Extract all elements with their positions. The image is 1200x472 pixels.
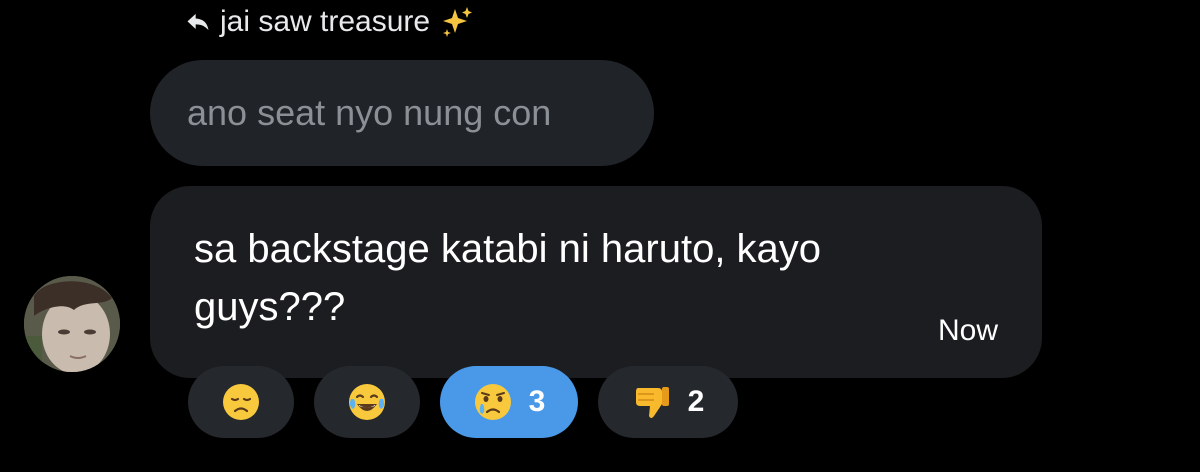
reply-author-label: jai saw treasure (220, 5, 431, 38)
reaction-crying[interactable]: 3 (440, 366, 578, 438)
reaction-count: 2 (687, 385, 705, 418)
reaction-thumbs-down[interactable]: 2 (598, 366, 738, 438)
tears-of-joy-face-icon (347, 382, 387, 422)
quoted-message-bubble[interactable]: ano seat nyo nung con (150, 60, 654, 166)
reaction-disappointed[interactable] (188, 366, 294, 438)
reaction-count: 3 (528, 385, 546, 418)
disappointed-face-icon (221, 382, 261, 422)
message-bubble[interactable]: sa backstage katabi ni haruto, kayo guys… (150, 186, 1042, 378)
quoted-message-text: ano seat nyo nung con (187, 92, 552, 133)
message-timestamp: Now (937, 314, 998, 347)
crying-face-icon (473, 382, 513, 422)
reaction-tears-of-joy[interactable] (314, 366, 420, 438)
message-text: sa backstage katabi ni haruto, kayo guys… (194, 227, 822, 329)
dm-conversation: jai saw treasure ano seat nyo nung con s… (0, 0, 1200, 472)
thumbs-down-icon (632, 382, 672, 422)
reply-header: jai saw treasure (184, 4, 474, 40)
avatar-image (24, 276, 120, 372)
sender-avatar[interactable] (24, 276, 120, 372)
sparkles-icon (443, 7, 473, 37)
reply-arrow-icon (187, 13, 209, 31)
